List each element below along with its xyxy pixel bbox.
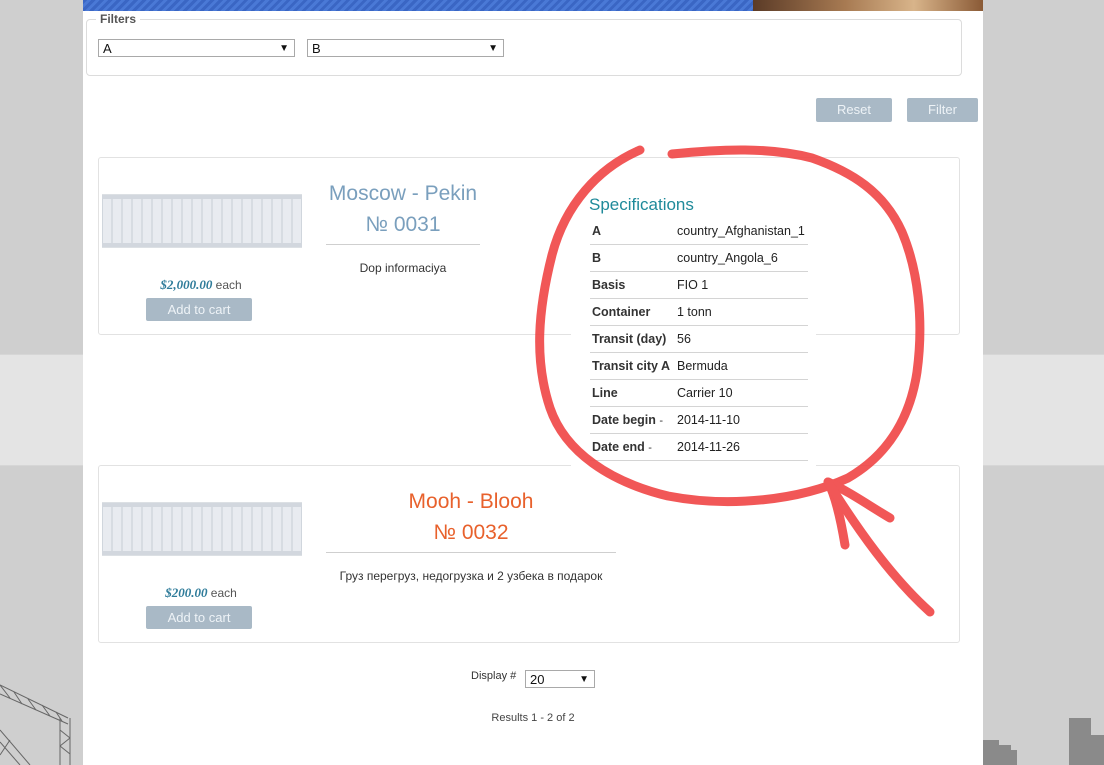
- spec-row: Date end -2014-11-26: [590, 433, 808, 461]
- spec-key: A: [590, 218, 675, 245]
- spec-row: Basis FIO 1: [590, 271, 808, 299]
- product-price: $200.00 each: [146, 585, 256, 601]
- display-label: Display #: [471, 670, 517, 682]
- specifications-title: Specifications: [589, 195, 694, 214]
- spec-row: Date begin -2014-11-10: [590, 406, 808, 434]
- spec-key: Date end -: [590, 433, 675, 461]
- price-unit: each: [215, 278, 242, 292]
- main-page: Filters A ▼ B ▼ Reset Filter $2,000.00 e…: [83, 0, 983, 765]
- header-banner: [83, 0, 983, 11]
- reset-button[interactable]: Reset: [816, 98, 892, 122]
- spec-key: Container: [590, 298, 675, 326]
- spec-value: Bermuda: [675, 352, 808, 380]
- product-description: Груз перегруз, недогрузка и 2 узбека в п…: [339, 569, 603, 583]
- spec-key: Basis: [590, 271, 675, 299]
- display-count-control: Display #: [471, 670, 516, 682]
- title-divider: [326, 244, 480, 245]
- spec-value: 56: [675, 325, 808, 353]
- spec-value: country_Angola_6: [675, 244, 808, 272]
- display-count-select[interactable]: 20 ▼: [525, 670, 595, 688]
- crane-illustration-icon: [0, 684, 71, 765]
- spec-key-label: Date begin: [592, 413, 656, 427]
- spec-key-suffix: -: [648, 442, 652, 454]
- price-amount: $2,000.00: [160, 277, 213, 292]
- spec-value: 2014-11-10: [675, 406, 808, 434]
- filter-select-b-value: B: [312, 41, 321, 56]
- dropdown-arrow-icon: ▼: [488, 43, 498, 54]
- spec-key-suffix: -: [659, 415, 664, 427]
- filters-legend: Filters: [100, 12, 137, 26]
- filter-select-a-value: A: [103, 41, 112, 56]
- filter-button[interactable]: Filter: [907, 98, 978, 122]
- banner-image: [753, 0, 983, 11]
- spec-key: Line: [590, 379, 675, 407]
- product-title[interactable]: Mooh - Blooh № 0032: [326, 486, 616, 553]
- product-card: $200.00 each Add to cart Mooh - Blooh № …: [98, 465, 960, 643]
- product-price: $2,000.00 each: [146, 277, 256, 293]
- add-to-cart-button[interactable]: Add to cart: [146, 298, 252, 321]
- spec-row: Transit city A Bermuda: [590, 352, 808, 380]
- dropdown-arrow-icon: ▼: [579, 674, 589, 685]
- product-card: $2,000.00 each Add to cart Moscow - Peki…: [98, 157, 960, 335]
- specifications-table: Acountry_Afghanistan_1 Bcountry_Angola_6…: [590, 218, 808, 461]
- spec-row: Line Carrier 10: [590, 379, 808, 407]
- shipping-container-icon: [102, 194, 302, 248]
- spec-row: Transit (day) 56: [590, 325, 808, 353]
- product-description: Dop informaciya: [359, 261, 447, 275]
- price-amount: $200.00: [165, 585, 208, 600]
- product-title[interactable]: Moscow - Pekin № 0031: [326, 178, 480, 245]
- price-unit: each: [210, 586, 237, 600]
- spec-key-label: Date end: [592, 440, 645, 454]
- title-divider: [326, 552, 616, 553]
- filter-select-b[interactable]: B ▼: [307, 39, 504, 57]
- dropdown-arrow-icon: ▼: [279, 43, 289, 54]
- city-skyline-icon: [983, 718, 1104, 765]
- spec-key: Date begin -: [590, 406, 675, 434]
- product-route: Moscow - Pekin: [328, 182, 478, 205]
- product-number: № 0031: [365, 213, 441, 236]
- product-number: № 0032: [433, 521, 509, 544]
- shipping-container-icon: [102, 502, 302, 556]
- add-to-cart-button[interactable]: Add to cart: [146, 606, 252, 629]
- spec-value: 1 tonn: [675, 298, 808, 326]
- spec-row: Container 1 tonn: [590, 298, 808, 326]
- spec-value: FIO 1: [675, 271, 808, 299]
- specifications-tooltip: Specifications Acountry_Afghanistan_1 Bc…: [571, 186, 816, 467]
- spec-value: Carrier 10: [675, 379, 808, 407]
- spec-key: Transit city A: [590, 352, 675, 380]
- spec-row: Bcountry_Angola_6: [590, 244, 808, 272]
- display-count-value: 20: [530, 672, 545, 687]
- filter-select-a[interactable]: A ▼: [98, 39, 295, 57]
- spec-key: Transit (day): [590, 325, 675, 353]
- spec-key: B: [590, 244, 675, 272]
- spec-value: country_Afghanistan_1: [675, 218, 808, 245]
- product-route: Mooh - Blooh: [408, 490, 534, 513]
- results-summary: Results 1 - 2 of 2: [491, 712, 575, 724]
- spec-row: Acountry_Afghanistan_1: [590, 218, 808, 245]
- spec-value: 2014-11-26: [675, 433, 808, 461]
